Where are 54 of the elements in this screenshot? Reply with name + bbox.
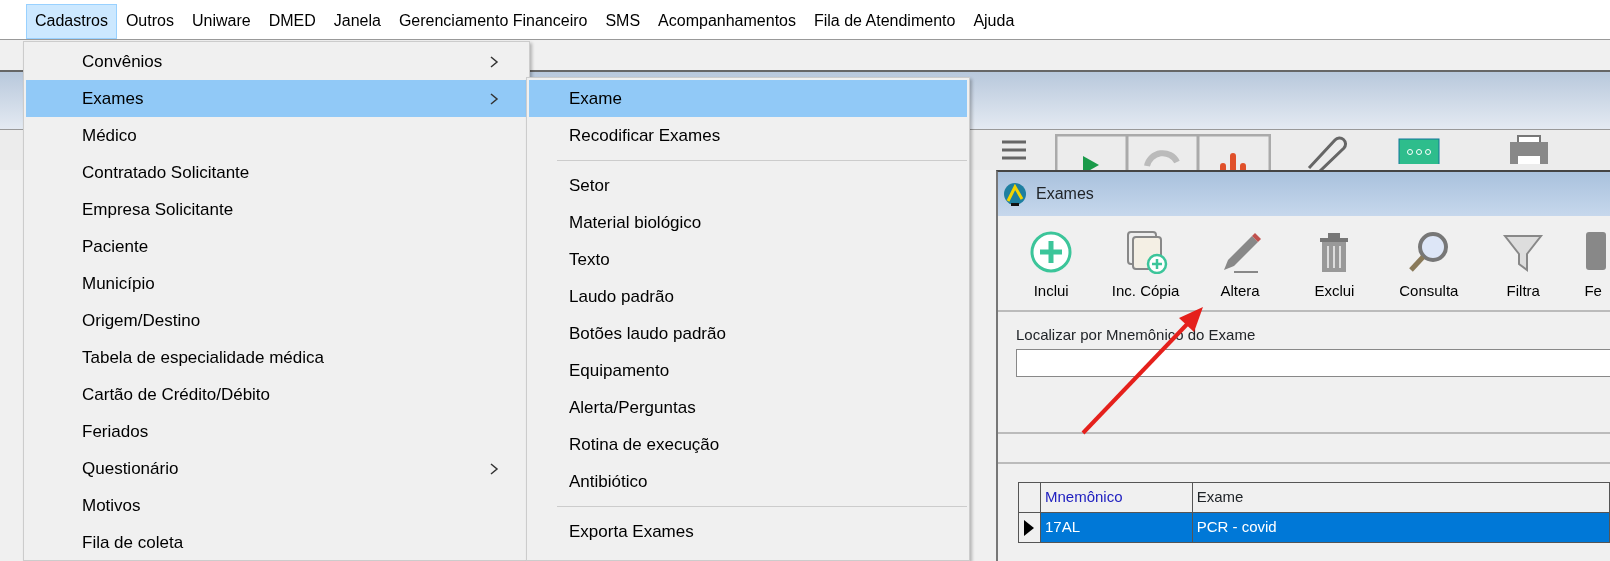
printer-icon xyxy=(1508,134,1550,164)
menu-item[interactable]: Tabela de especialidade médica xyxy=(26,339,527,376)
toolbar-button[interactable]: Altera xyxy=(1192,229,1288,302)
app-icon xyxy=(1002,181,1028,207)
menu-item[interactable]: Texto xyxy=(529,241,967,278)
table-cell: 17AL xyxy=(1040,512,1193,543)
menu-bar-item[interactable]: Ajuda xyxy=(964,3,1024,39)
menu-item[interactable]: Laudo padrão xyxy=(529,278,967,315)
column-header[interactable]: Mnemônico xyxy=(1040,482,1193,513)
menu-item[interactable]: Setor xyxy=(529,167,967,204)
menu-item[interactable]: Exames xyxy=(26,80,527,117)
window-title: Exames xyxy=(1036,184,1094,204)
search-field[interactable] xyxy=(1016,348,1610,377)
menu-bar-item[interactable]: SMS xyxy=(596,3,650,39)
menu-item[interactable]: Exporta Exames xyxy=(529,513,967,550)
toolbar-button[interactable]: Inc. Cópia xyxy=(1098,229,1193,302)
menu-item[interactable]: Recodificar Exames xyxy=(529,117,967,154)
column-header[interactable]: Exame xyxy=(1192,482,1610,513)
menu-bar-item[interactable]: Outros xyxy=(116,3,183,39)
menu-item[interactable]: Empresa Solicitante xyxy=(26,191,527,228)
menu-item[interactable]: Paciente xyxy=(26,228,527,265)
plus-icon xyxy=(1029,229,1074,274)
table-cell: PCR - covid xyxy=(1192,512,1610,543)
menu-bar-item[interactable]: Fila de Atendimento xyxy=(804,3,965,39)
menu-bar-item[interactable]: DMED xyxy=(259,3,325,39)
toolbar-button[interactable]: Consulta xyxy=(1381,229,1477,302)
menu-item[interactable]: Contratado Solicitante xyxy=(26,154,527,191)
menu-item[interactable]: Origem/Destino xyxy=(26,302,527,339)
menu-item[interactable]: Botões laudo padrão xyxy=(529,315,967,352)
menu-item[interactable]: Fila de coleta xyxy=(26,524,527,561)
menu-item[interactable]: Material biológico xyxy=(529,204,967,241)
menu-bar-item[interactable]: Cadastros xyxy=(26,3,117,39)
paperclip-icon xyxy=(1305,134,1349,170)
toolbar-button[interactable]: Fe xyxy=(1584,229,1610,302)
menu-item[interactable]: Antibiótico xyxy=(529,463,967,500)
menu-item[interactable]: Equipamento xyxy=(529,352,967,389)
menu-bar-item[interactable]: Janela xyxy=(324,3,390,39)
toolbar-button[interactable]: Inclui xyxy=(1004,229,1099,302)
menu-item[interactable]: Cartão de Crédito/Débito xyxy=(26,376,527,413)
menu-item[interactable]: Convênios xyxy=(26,43,527,80)
search-icon xyxy=(1406,229,1451,274)
menu-item[interactable]: Exame xyxy=(529,80,967,117)
menu-bar-item[interactable]: Uniware xyxy=(182,3,260,39)
menu-item[interactable]: Questionário xyxy=(26,450,527,487)
menu-item[interactable]: Feriados xyxy=(26,413,527,450)
menu-item[interactable]: Rotina de execução xyxy=(529,426,967,463)
menu-item[interactable]: Médico xyxy=(26,117,527,154)
toolbar-button[interactable]: Exclui xyxy=(1287,229,1382,302)
menu-bar-item[interactable]: Acompanhamentos xyxy=(649,3,805,39)
menu-item[interactable]: Alerta/Perguntas xyxy=(529,389,967,426)
menu-bar-item[interactable]: Gerenciamento Financeiro xyxy=(389,3,597,39)
toolbar-button[interactable]: Filtra xyxy=(1476,229,1571,302)
menu-item[interactable]: Município xyxy=(26,265,527,302)
menu-item[interactable]: Motivos xyxy=(26,487,527,524)
